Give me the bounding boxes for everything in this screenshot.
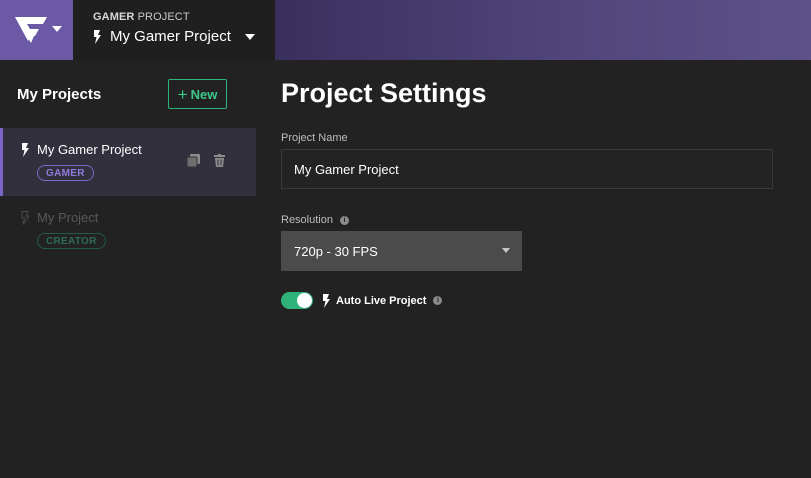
- bolt-icon: [22, 142, 29, 157]
- project-item-my-gamer-project[interactable]: My Gamer Project GAMER: [0, 128, 256, 196]
- auto-live-label: Auto Live Project: [336, 294, 427, 307]
- project-type-badge: GAMER: [37, 165, 94, 181]
- page-title: Project Settings: [281, 78, 487, 108]
- resolution-value: 720p - 30 FPS: [294, 243, 378, 259]
- project-item-name: My Gamer Project: [21, 142, 142, 157]
- project-item-actions: [187, 154, 225, 167]
- new-project-button[interactable]: + New: [168, 79, 227, 109]
- sidebar-title: My Projects: [17, 86, 102, 103]
- plus-icon: +: [177, 84, 188, 104]
- project-type-badge: CREATOR: [37, 233, 106, 249]
- project-item-name: My Project: [21, 210, 98, 225]
- project-settings-panel: Project Settings Project Name Resolution…: [256, 60, 811, 478]
- project-switcher[interactable]: GAMER PROJECT My Gamer Project: [73, 0, 275, 60]
- resolution-label-row: Resolution i: [281, 214, 349, 226]
- project-name-input[interactable]: [281, 149, 773, 189]
- app: GAMER PROJECT My Gamer Project My Projec…: [0, 0, 811, 478]
- project-item-label: My Project: [37, 210, 99, 225]
- logo-icon: [14, 17, 47, 43]
- bolt-icon: [323, 293, 330, 308]
- chevron-down-icon: [244, 33, 255, 40]
- project-item-label: My Gamer Project: [37, 142, 142, 157]
- chevron-down-icon: [52, 26, 62, 32]
- project-type-label: GAMER PROJECT: [93, 11, 190, 23]
- bolt-icon: [94, 29, 101, 44]
- project-item-my-project[interactable]: My Project CREATOR: [0, 196, 256, 264]
- copy-icon[interactable]: [187, 154, 200, 167]
- resolution-label: Resolution: [281, 214, 333, 226]
- current-project-title: My Gamer Project: [110, 28, 231, 45]
- logo-menu-button[interactable]: [0, 0, 73, 60]
- info-icon[interactable]: i: [433, 296, 443, 305]
- top-bar-banner: [275, 0, 811, 60]
- chevron-down-icon: [502, 248, 510, 253]
- toggle-knob: [297, 293, 312, 308]
- project-name-label: Project Name: [281, 132, 348, 144]
- projects-sidebar: My Projects + New My Gamer Project GAMER…: [0, 60, 256, 478]
- auto-live-row: Auto Live Project i: [281, 292, 443, 309]
- info-icon[interactable]: i: [339, 215, 349, 225]
- new-project-button-label: New: [190, 86, 218, 102]
- resolution-select[interactable]: 720p - 30 FPS: [281, 231, 522, 271]
- bolt-outline-icon: [21, 210, 30, 225]
- auto-live-toggle[interactable]: [281, 292, 313, 309]
- current-project[interactable]: My Gamer Project: [93, 28, 255, 45]
- trash-icon[interactable]: [214, 154, 225, 167]
